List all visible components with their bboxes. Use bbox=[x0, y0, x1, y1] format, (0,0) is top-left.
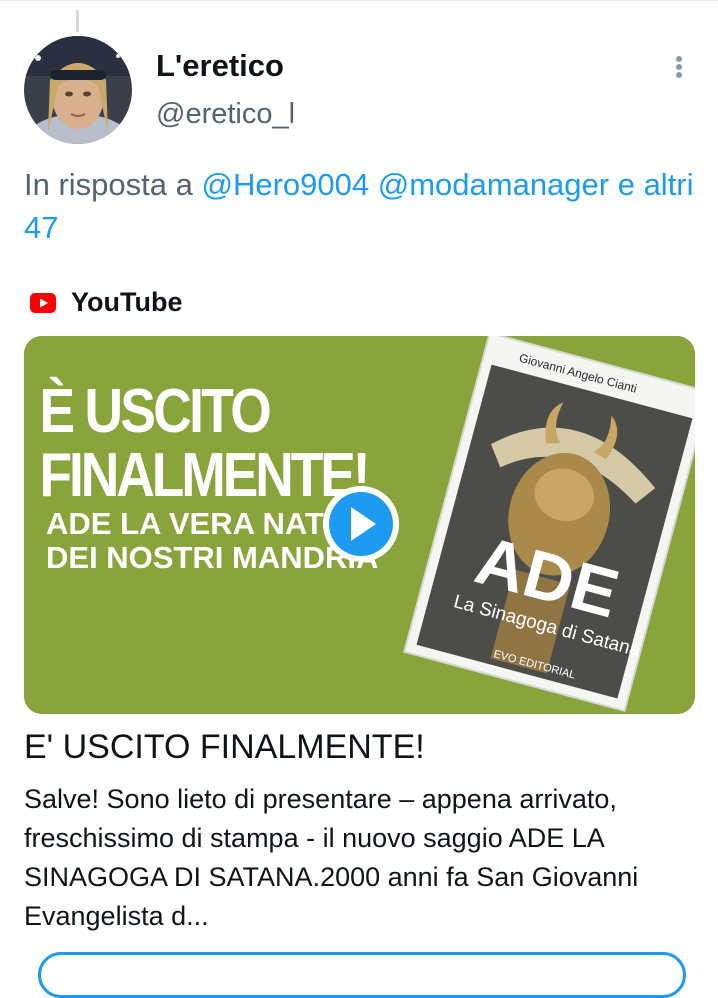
more-options-icon[interactable] bbox=[664, 50, 694, 84]
reply-prefix: In risposta a bbox=[24, 167, 193, 202]
display-name[interactable]: L'eretico bbox=[156, 48, 284, 84]
card-title[interactable]: E' USCITO FINALMENTE! bbox=[24, 728, 425, 767]
action-button[interactable] bbox=[38, 952, 686, 998]
user-handle[interactable]: @eretico_l bbox=[156, 98, 295, 131]
source-label: YouTube bbox=[71, 287, 183, 317]
thumb-line-1: È USCITO bbox=[39, 377, 271, 446]
video-thumbnail[interactable]: È USCITO FINALMENTE! ADE LA VERA NATU DE… bbox=[24, 336, 695, 714]
top-divider bbox=[0, 0, 718, 1]
reply-context: In risposta a @Hero9004 @modamanager e a… bbox=[24, 163, 694, 249]
thumb-line-3: ADE LA VERA NATU bbox=[46, 506, 346, 541]
thumb-line-2: FINALMENTE! bbox=[39, 441, 370, 510]
thumb-line-4: DEI NOSTRI MANDRIA bbox=[46, 540, 378, 575]
card-source: YouTube bbox=[30, 287, 182, 318]
thread-connector-line bbox=[76, 10, 79, 32]
youtube-icon bbox=[30, 292, 56, 313]
avatar[interactable] bbox=[24, 36, 132, 144]
card-description: Salve! Sono lieto di presentare – appena… bbox=[24, 784, 639, 931]
play-icon[interactable] bbox=[323, 486, 399, 562]
